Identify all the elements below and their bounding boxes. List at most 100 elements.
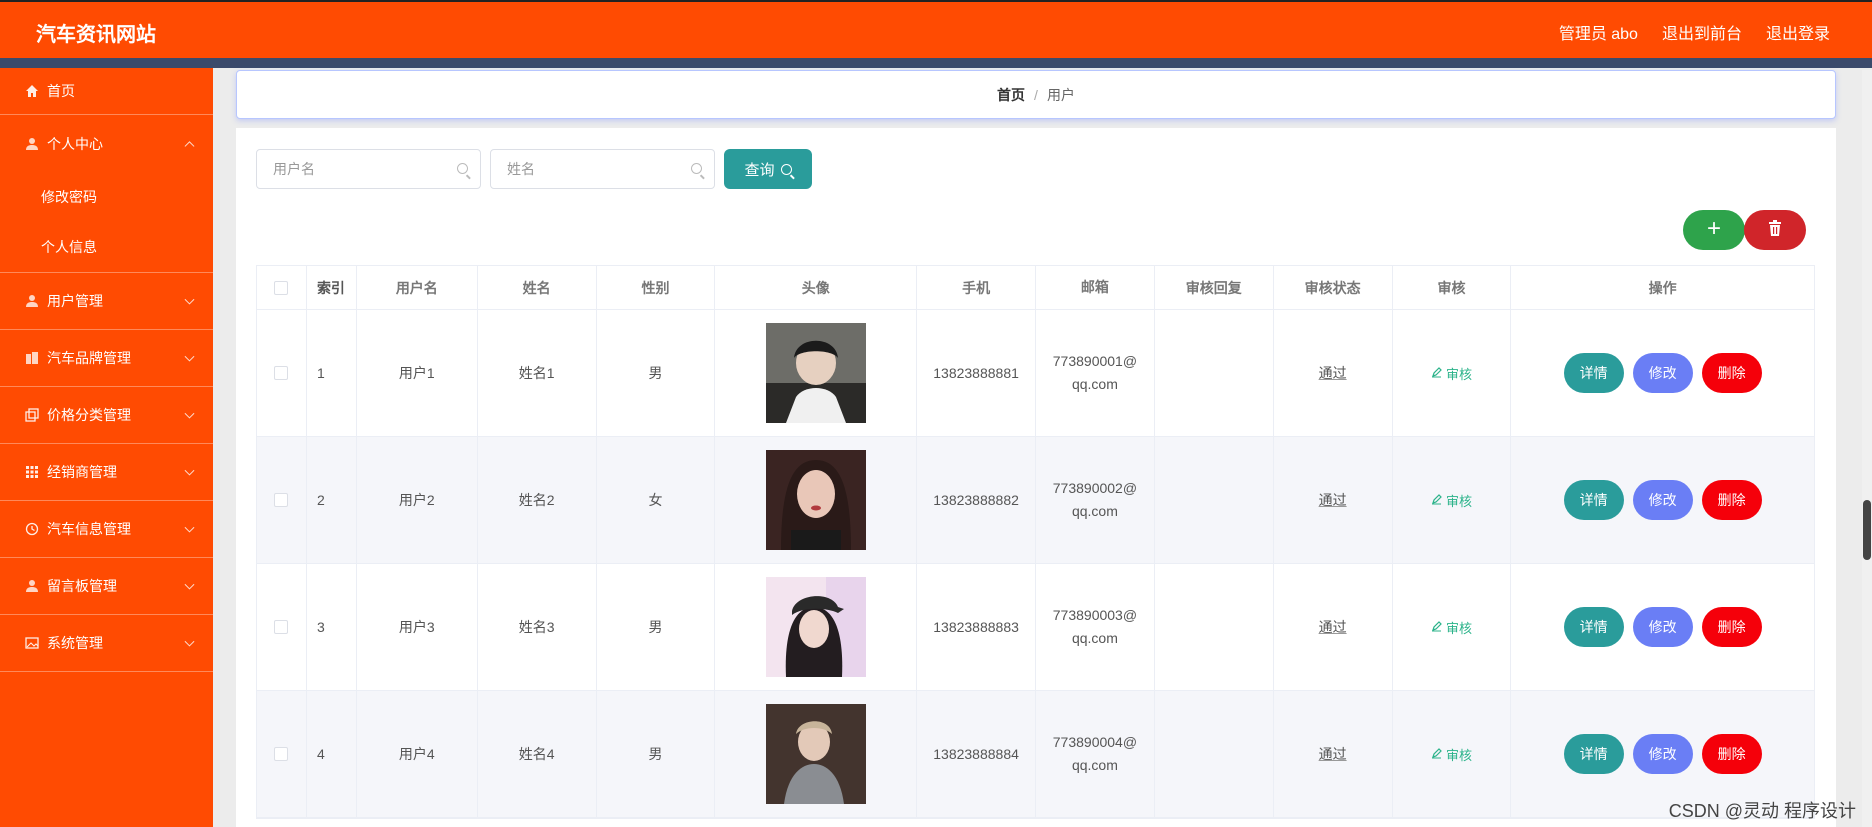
watermark: CSDN @灵动 程序设计 (1668, 801, 1856, 821)
sidebar-subitem-profile[interactable]: 个人信息 (0, 222, 213, 272)
select-all-checkbox[interactable] (274, 280, 289, 295)
delete-button[interactable]: 删除 (1701, 734, 1762, 774)
audit-link[interactable]: 审核 (1431, 364, 1472, 383)
avatar-cell (715, 310, 918, 436)
phone-cell: 13823888882 (917, 437, 1036, 563)
name-cell: 姓名3 (478, 564, 597, 690)
sidebar-item-price-category[interactable]: 价格分类管理 (0, 387, 213, 444)
header-cell: 操作 (1648, 279, 1677, 296)
sidebar-item-user-management[interactable]: 用户管理 (0, 273, 213, 330)
delete-button[interactable]: 删除 (1701, 353, 1762, 393)
email-line: qq.com (1071, 503, 1118, 519)
detail-button[interactable]: 详情 (1563, 734, 1624, 774)
clock-icon (24, 522, 39, 537)
audit-cell: 审核 (1393, 564, 1512, 690)
sidebar-item-personal-center[interactable]: 个人中心 (0, 115, 213, 172)
sidebar-subitem-change-password[interactable]: 修改密码 (0, 172, 213, 222)
username-search-input[interactable]: 用户名 (256, 149, 481, 189)
audit-label: 审核 (1445, 493, 1472, 509)
add-button[interactable]: + (1683, 210, 1745, 250)
edit-button[interactable]: 修改 (1632, 480, 1693, 520)
admin-label: 管理员 abo (1558, 26, 1638, 43)
row-checkbox[interactable] (274, 366, 289, 380)
logout-link[interactable]: 退出登录 (1766, 20, 1830, 44)
query-button[interactable]: 查询 (724, 149, 812, 189)
operations-cell: 详情 修改 删除 (1511, 437, 1814, 563)
sidebar-item-dealer-management[interactable]: 经销商管理 (0, 444, 213, 501)
chevron-up-icon (184, 140, 195, 151)
name-cell: 姓名2 (478, 437, 597, 563)
email-line: qq.com (1071, 630, 1118, 646)
row-checkbox[interactable] (274, 620, 289, 634)
scrollbar[interactable] (1862, 70, 1872, 827)
audit-cell: 审核 (1393, 691, 1512, 817)
audit-link[interactable]: 审核 (1431, 618, 1472, 637)
batch-delete-button[interactable] (1744, 210, 1806, 250)
exit-to-front-link[interactable]: 退出到前台 (1662, 20, 1742, 44)
building-icon (24, 351, 39, 366)
audit-link[interactable]: 审核 (1431, 491, 1472, 510)
edit-button[interactable]: 修改 (1632, 734, 1693, 774)
sidebar-item-home[interactable]: 首页 (0, 68, 213, 115)
phone-cell: 13823888881 (917, 310, 1036, 436)
audit-reply-cell (1155, 437, 1274, 563)
header-cell: 头像 (715, 266, 918, 309)
content-panel: 用户名 姓名 查询 + 索引 用户名 姓名 性别 头像 手机 邮箱 审核回复 审… (236, 128, 1836, 827)
status-badge: 通过 (1318, 492, 1347, 508)
audit-label: 审核 (1445, 620, 1472, 636)
row-checkbox[interactable] (274, 493, 289, 507)
avatar[interactable] (765, 450, 866, 550)
avatar[interactable] (765, 323, 866, 423)
detail-button[interactable]: 详情 (1563, 353, 1624, 393)
audit-state-cell: 通过 (1274, 437, 1393, 563)
scrollbar-thumb[interactable] (1863, 500, 1871, 560)
phone-cell: 13823888883 (917, 564, 1036, 690)
chevron-down-icon (184, 636, 195, 647)
detail-button[interactable]: 详情 (1563, 607, 1624, 647)
header-cell: 邮箱 (1036, 266, 1155, 309)
edit-button[interactable]: 修改 (1632, 353, 1693, 393)
sidebar-item-message-board[interactable]: 留言板管理 (0, 558, 213, 615)
sidebar: 首页 个人中心 修改密码 个人信息 用户管理 汽车品牌管理 价格分类管理 经销商… (0, 68, 213, 827)
avatar[interactable] (765, 704, 866, 804)
row-checkbox[interactable] (274, 747, 289, 761)
trash-icon (1767, 219, 1783, 242)
delete-button[interactable]: 删除 (1701, 607, 1762, 647)
chevron-down-icon (184, 579, 195, 590)
chevron-down-icon (184, 294, 195, 305)
email-line: qq.com (1071, 757, 1118, 773)
username-cell: 用户2 (357, 437, 478, 563)
avatar[interactable] (765, 577, 866, 677)
sidebar-item-label: 留言板管理 (47, 578, 117, 594)
sex-cell: 男 (597, 691, 716, 817)
header-cell: 姓名 (478, 266, 597, 309)
name-placeholder: 姓名 (507, 161, 535, 177)
picture-icon (24, 636, 39, 651)
detail-button[interactable]: 详情 (1563, 480, 1624, 520)
header-cell: 审核回复 (1155, 266, 1274, 309)
name-cell: 姓名4 (478, 691, 597, 817)
name-cell: 姓名1 (478, 310, 597, 436)
status-badge: 通过 (1318, 365, 1347, 381)
sex-cell: 男 (597, 310, 716, 436)
audit-state-cell: 通过 (1274, 310, 1393, 436)
breadcrumb-home[interactable]: 首页 (997, 85, 1025, 105)
sidebar-item-system-management[interactable]: 系统管理 (0, 615, 213, 672)
username-cell: 用户3 (357, 564, 478, 690)
site-title: 汽车资讯网站 (36, 24, 156, 46)
audit-link[interactable]: 审核 (1431, 745, 1472, 764)
sidebar-group-personal: 个人中心 修改密码 个人信息 (0, 115, 213, 273)
index-cell: 1 (307, 310, 357, 436)
email-line: qq.com (1071, 376, 1118, 392)
name-search-input[interactable]: 姓名 (490, 149, 715, 189)
delete-button[interactable]: 删除 (1701, 480, 1762, 520)
sidebar-item-label: 经销商管理 (47, 464, 117, 480)
edit-button[interactable]: 修改 (1632, 607, 1693, 647)
sidebar-item-car-info[interactable]: 汽车信息管理 (0, 501, 213, 558)
sidebar-item-brand-management[interactable]: 汽车品牌管理 (0, 330, 213, 387)
sex-cell: 男 (597, 564, 716, 690)
username-cell: 用户1 (357, 310, 478, 436)
header-cell: 审核状态 (1274, 266, 1393, 309)
sidebar-item-label: 汽车品牌管理 (47, 350, 131, 366)
edit-icon (1431, 747, 1442, 762)
